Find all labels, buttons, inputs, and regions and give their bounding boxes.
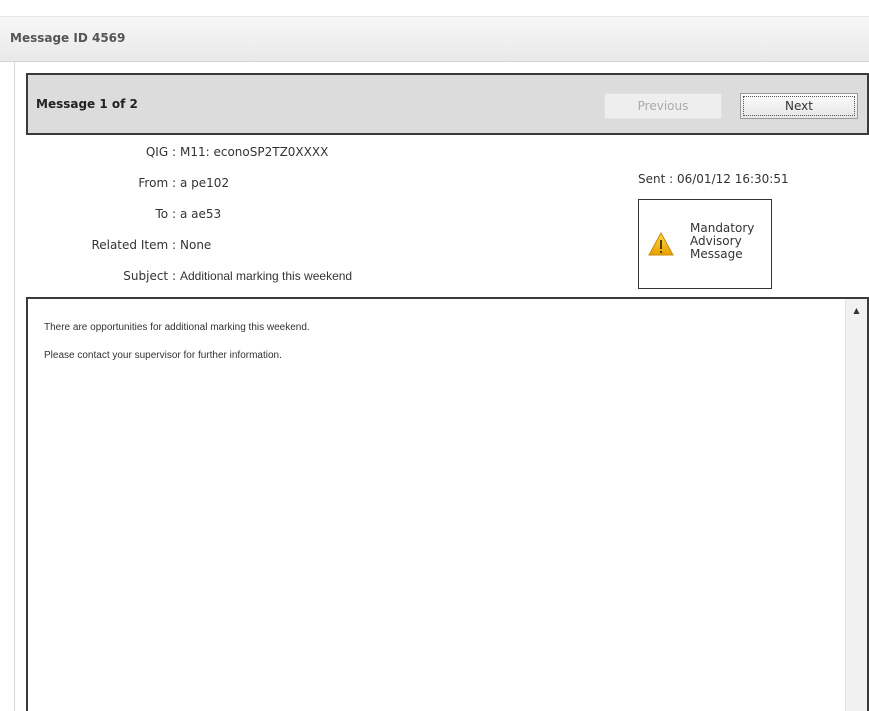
qig-value: M11: econoSP2TZ0XXXX	[180, 145, 329, 159]
related-item-label: Related Item :	[91, 238, 176, 252]
to-label: To :	[155, 207, 177, 221]
body-line-2: Please contact your supervisor for furth…	[44, 350, 282, 361]
body-line-1: There are opportunities for additional m…	[44, 322, 310, 333]
subject-label: Subject :	[123, 269, 176, 283]
warning-triangle-icon	[648, 232, 674, 256]
scroll-up-arrow-icon[interactable]: ▲	[846, 305, 867, 315]
message-nav-bar: Message 1 of 2 Previous Next	[26, 73, 869, 135]
related-item-value: None	[180, 238, 212, 252]
window-titlebar: Message ID 4569	[0, 16, 869, 62]
priority-box: Mandatory Advisory Message	[638, 199, 772, 289]
previous-button[interactable]: Previous	[604, 93, 722, 119]
message-counter: Message 1 of 2	[36, 97, 138, 111]
from-label: From :	[138, 176, 176, 190]
to-value: a ae53	[180, 207, 222, 221]
qig-label: QIG :	[145, 145, 176, 159]
message-body[interactable]: There are opportunities for additional m…	[26, 297, 869, 711]
subject-value: Additional marking this weekend	[180, 269, 353, 283]
vertical-scrollbar[interactable]: ▲	[845, 299, 867, 711]
from-value: a pe102	[180, 176, 230, 190]
priority-line-3: Message	[690, 247, 743, 261]
next-button[interactable]: Next	[740, 93, 858, 119]
sent-timestamp: Sent : 06/01/12 16:30:51	[638, 172, 789, 186]
window-title: Message ID 4569	[10, 31, 126, 45]
